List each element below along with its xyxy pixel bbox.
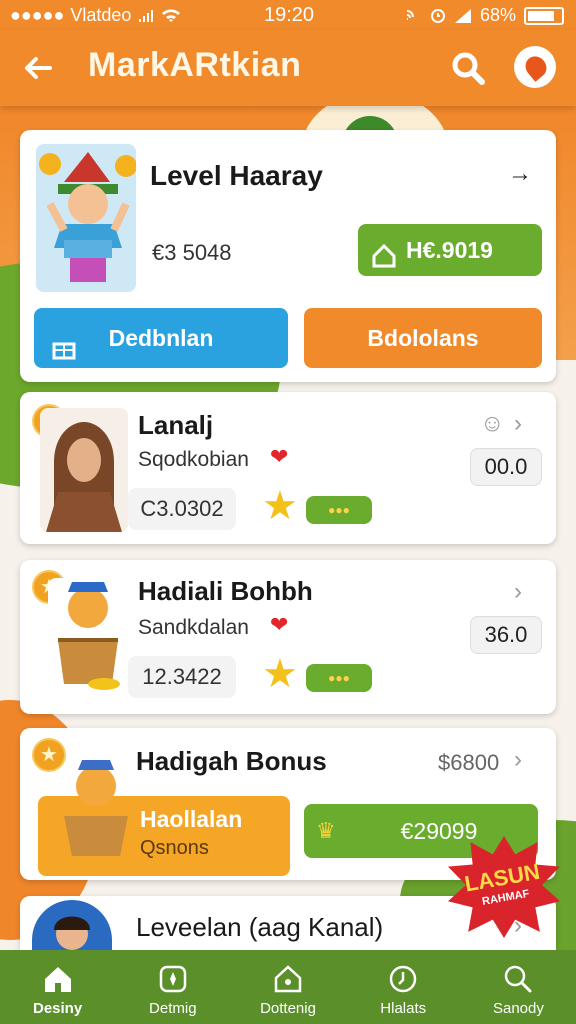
person-photo (54, 916, 90, 950)
nav-item-hlalats[interactable]: Hlalats (346, 950, 461, 1024)
status-left: ●●●●● Vlatdeo (10, 5, 181, 26)
level-card[interactable]: Level Haaray → €3 5048 H€.9019 Dedbnlan … (20, 130, 556, 382)
heart-icon: ❤ (270, 612, 289, 637)
signal-icon (139, 9, 154, 22)
redeem-button[interactable]: H€.9019 (358, 224, 542, 276)
home-icon (44, 967, 71, 992)
star-icon: ★ (262, 652, 298, 696)
nav-label: Sanody (492, 1000, 544, 1017)
nfc-icon (406, 9, 414, 20)
cell-signal-icon (454, 8, 471, 23)
search-icon (452, 52, 485, 85)
download-button[interactable]: Dedbnlan (34, 308, 288, 368)
bonus-sublabel: Qsnons (140, 837, 209, 859)
nav-label: Detmig (149, 1000, 197, 1017)
card-title: Hadiali Bohbh (138, 576, 313, 606)
card-subtitle: Sqodkobian (138, 448, 249, 471)
search-icon (505, 965, 532, 993)
bear-avatar (48, 578, 128, 696)
claim-value: €29099 (400, 818, 478, 844)
character-avatar (36, 144, 136, 292)
heart-icon: ❤ (270, 444, 289, 469)
download-button-label: Dedbnlan (108, 325, 214, 351)
nav-label: Hlalats (380, 1000, 427, 1017)
card-title: Hadigah Bonus (136, 746, 327, 776)
clock-icon (389, 965, 417, 993)
card-price: $6800 (438, 750, 500, 775)
alarm-icon (430, 8, 445, 23)
nav-item-dottenig[interactable]: Dottenig (230, 950, 345, 1024)
bonus-button[interactable]: Bdololans (304, 308, 542, 368)
crown-icon: ♛ (316, 818, 336, 843)
card-subtitle: Sandkdalan (138, 616, 249, 639)
chevron-right-icon[interactable]: › (514, 410, 522, 438)
score-box: 00.0 (470, 448, 542, 486)
battery-icon (524, 6, 564, 25)
bear-basket-image (48, 578, 128, 696)
nav-item-sanody[interactable]: Sanody (461, 950, 576, 1024)
bonus-label: Haollalan (140, 806, 243, 832)
app-header: MarkARtkian (0, 30, 576, 106)
gift-icon (50, 324, 78, 384)
house-icon (370, 236, 398, 288)
back-arrow-icon (25, 57, 52, 79)
house-icon (274, 965, 302, 993)
character-image (36, 144, 136, 292)
page-title: MarkARtkian (88, 46, 302, 84)
status-time: 19:20 (264, 4, 315, 26)
search-button[interactable] (448, 48, 488, 88)
chevron-right-icon[interactable]: › (514, 746, 522, 774)
list-item[interactable]: Lanalj Sqodkobian ❤ ☺ › 00.0 C3.0302 ★ ●… (20, 392, 556, 544)
coins-pill: ●●● (306, 664, 372, 692)
back-button[interactable] (18, 48, 58, 88)
person-avatar (40, 408, 128, 532)
person-avatar (32, 900, 112, 952)
person-photo (40, 408, 128, 532)
battery-percent: 68% (479, 5, 516, 25)
star-icon: ★ (262, 484, 298, 528)
signal-dots-icon: ●●●●● (10, 5, 65, 25)
coins-pill: ●●● (306, 496, 372, 524)
list-item[interactable]: Hadiali Bohbh Sandkdalan ❤ › 36.0 12.342… (20, 560, 556, 714)
card-value: €3 5048 (152, 240, 232, 265)
carrier-name: Vlatdeo (70, 5, 132, 25)
compass-icon (159, 965, 187, 993)
nav-item-desiny[interactable]: Desiny (0, 950, 115, 1024)
chevron-right-icon[interactable]: › (514, 578, 522, 606)
profile-button[interactable] (514, 46, 556, 88)
card-title: Lanalj (138, 410, 214, 440)
wifi-icon (162, 8, 181, 22)
value-chip: C3.0302 (128, 488, 236, 530)
status-right: 68% (404, 5, 564, 26)
card-title: Level Haaray (150, 160, 323, 191)
nav-item-detmig[interactable]: Detmig (115, 950, 230, 1024)
forward-arrow-icon[interactable]: → (508, 160, 532, 188)
bear-avatar (56, 754, 136, 864)
nav-label: Dottenig (260, 1000, 316, 1017)
status-bar: ●●●●● Vlatdeo 19:20 68% (0, 0, 576, 30)
bottom-nav: Desiny Detmig Dottenig Hlalats Sanody (0, 950, 576, 1024)
value-chip: 12.3422 (128, 656, 236, 698)
bear-basket-image (64, 760, 128, 856)
redeem-button-label: H€.9019 (406, 237, 493, 263)
nav-label: Desiny (33, 1000, 83, 1017)
emoji-icon: ☺ (480, 410, 505, 437)
card-title: Leveelan (aag Kanal) (136, 912, 384, 942)
score-box: 36.0 (470, 616, 542, 654)
